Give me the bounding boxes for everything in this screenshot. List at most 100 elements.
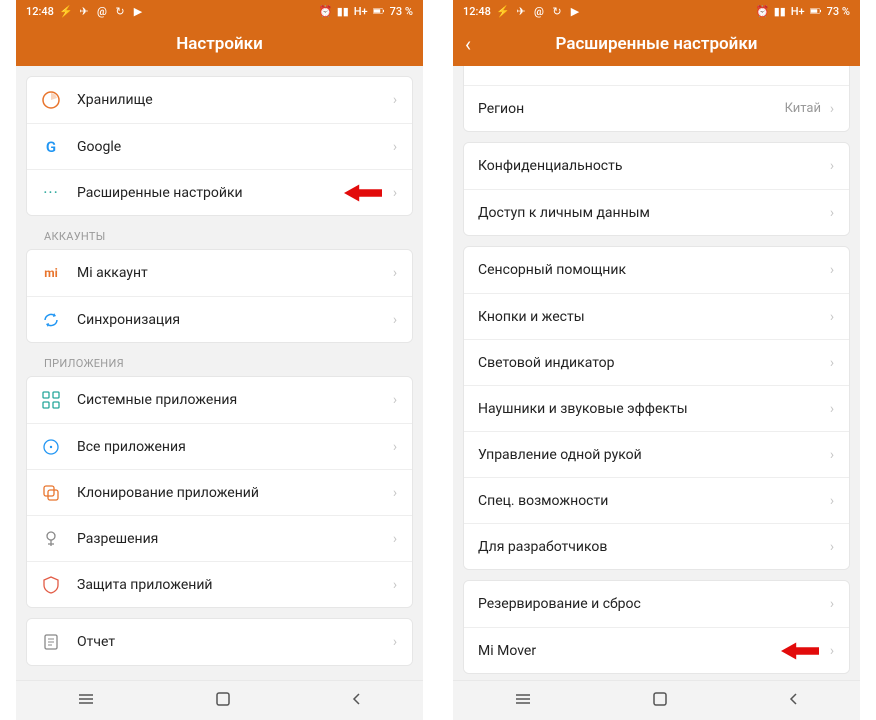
chevron-right-icon: › <box>827 493 837 509</box>
status-time: 12:48 <box>463 5 491 18</box>
telegram-icon: ✈ <box>515 5 527 17</box>
row-partial[interactable] <box>464 66 849 85</box>
row-headphones[interactable]: Наушники и звуковые эффекты › <box>464 385 849 431</box>
row-system-apps[interactable]: Системные приложения › <box>27 377 412 423</box>
row-app-protection[interactable]: Защита приложений › <box>27 561 412 607</box>
back-icon[interactable]: ‹ <box>465 32 471 56</box>
recent-button[interactable] <box>513 691 533 710</box>
row-all-apps[interactable]: Все приложения › <box>27 423 412 469</box>
back-button[interactable] <box>350 691 364 710</box>
alarm-icon: ⏰ <box>757 5 769 17</box>
left-screenshot: 12:48 ⚡ ✈ @ ↻ ▶ ⏰ ▮▮ H+ 73 % Настройки Х… <box>16 0 423 720</box>
list-card: Хранилище › G Google › ··· Расширенные н… <box>26 76 413 216</box>
google-icon: G <box>41 137 61 157</box>
row-label: Разрешения <box>77 531 390 547</box>
chevron-right-icon: › <box>827 262 837 278</box>
chevron-right-icon: › <box>390 634 400 650</box>
row-buttons-gestures[interactable]: Кнопки и жесты › <box>464 293 849 339</box>
chevron-right-icon: › <box>827 643 837 659</box>
chevron-right-icon: › <box>390 531 400 547</box>
signal-icon: ▮▮ <box>337 5 349 17</box>
back-button[interactable] <box>787 691 801 710</box>
report-icon <box>41 632 61 652</box>
row-label: Конфиденциальность <box>478 158 827 174</box>
list-card: Регион Китай › <box>463 66 850 132</box>
home-button[interactable] <box>652 691 668 711</box>
row-advanced[interactable]: ··· Расширенные настройки › <box>27 169 412 215</box>
row-sync[interactable]: Синхронизация › <box>27 296 412 342</box>
row-label: Управление одной рукой <box>478 447 827 463</box>
chevron-right-icon: › <box>390 312 400 328</box>
row-label: Расширенные настройки <box>77 185 390 201</box>
chevron-right-icon: › <box>827 596 837 612</box>
list-card: Системные приложения › Все приложения › … <box>26 376 413 608</box>
row-developer[interactable]: Для разработчиков › <box>464 523 849 569</box>
mi-icon: mi <box>41 263 61 283</box>
apps-icon <box>41 390 61 410</box>
list-card: Резервирование и сброс › Mi Mover › <box>463 580 850 674</box>
row-google[interactable]: G Google › <box>27 123 412 169</box>
chevron-right-icon: › <box>390 92 400 108</box>
row-label: Хранилище <box>77 92 390 108</box>
row-personal-data[interactable]: Доступ к личным данным › <box>464 189 849 235</box>
page-title: Расширенные настройки <box>556 34 758 54</box>
section-header-apps: ПРИЛОЖЕНИЯ <box>26 343 413 374</box>
chevron-right-icon: › <box>390 485 400 501</box>
row-label: Все приложения <box>77 439 390 455</box>
row-label: Резервирование и сброс <box>478 596 827 612</box>
list-card: mi Mi аккаунт › Синхронизация › <box>26 249 413 343</box>
all-apps-icon <box>41 437 61 457</box>
chevron-right-icon: › <box>827 355 837 371</box>
clone-icon <box>41 483 61 503</box>
row-permissions[interactable]: Разрешения › <box>27 515 412 561</box>
chevron-right-icon: › <box>827 401 837 417</box>
row-label: Mi аккаунт <box>77 265 390 281</box>
status-net: H+ <box>791 5 805 18</box>
row-label: Наушники и звуковые эффекты <box>478 401 827 417</box>
row-mi-mover[interactable]: Mi Mover › <box>464 627 849 673</box>
row-label: Для разработчиков <box>478 539 827 555</box>
status-battery-pct: 73 % <box>827 5 850 18</box>
android-navbar <box>16 680 423 720</box>
header: Настройки <box>16 22 423 66</box>
page-title: Настройки <box>176 34 263 54</box>
chevron-right-icon: › <box>827 309 837 325</box>
chevron-right-icon: › <box>390 577 400 593</box>
android-navbar <box>453 680 860 720</box>
status-bar: 12:48 ⚡ ✈ @ ↻ ▶ ⏰ ▮▮ H+ 73 % <box>16 0 423 22</box>
status-net: H+ <box>354 5 368 18</box>
list-card: Сенсорный помощник › Кнопки и жесты › Св… <box>463 246 850 570</box>
chevron-right-icon: › <box>390 265 400 281</box>
more-icon: ··· <box>41 183 61 203</box>
row-privacy[interactable]: Конфиденциальность › <box>464 143 849 189</box>
recent-button[interactable] <box>76 691 96 710</box>
list-card: Конфиденциальность › Доступ к личным дан… <box>463 142 850 236</box>
chevron-right-icon: › <box>390 439 400 455</box>
row-region[interactable]: Регион Китай › <box>464 85 849 131</box>
play-icon: ▶ <box>132 5 144 17</box>
signal-icon: ▮▮ <box>774 5 786 17</box>
chevron-right-icon: › <box>390 185 400 201</box>
list-card: Отчет › <box>26 618 413 666</box>
bolt-icon: ⚡ <box>497 5 509 17</box>
row-clone-apps[interactable]: Клонирование приложений › <box>27 469 412 515</box>
row-accessibility[interactable]: Спец. возможности › <box>464 477 849 523</box>
row-report[interactable]: Отчет › <box>27 619 412 665</box>
chevron-right-icon: › <box>827 539 837 555</box>
sync-icon <box>41 310 61 330</box>
home-button[interactable] <box>215 691 231 711</box>
row-one-hand[interactable]: Управление одной рукой › <box>464 431 849 477</box>
row-mi-account[interactable]: mi Mi аккаунт › <box>27 250 412 296</box>
settings-list: Хранилище › G Google › ··· Расширенные н… <box>16 66 423 680</box>
row-storage[interactable]: Хранилище › <box>27 77 412 123</box>
chevron-right-icon: › <box>827 205 837 221</box>
row-led[interactable]: Световой индикатор › <box>464 339 849 385</box>
header: ‹ Расширенные настройки <box>453 22 860 66</box>
section-header-accounts: АККАУНТЫ <box>26 216 413 247</box>
row-touch-assistant[interactable]: Сенсорный помощник › <box>464 247 849 293</box>
row-label: Синхронизация <box>77 312 390 328</box>
status-time: 12:48 <box>26 5 54 18</box>
row-backup-reset[interactable]: Резервирование и сброс › <box>464 581 849 627</box>
row-label: Кнопки и жесты <box>478 309 827 325</box>
advanced-list: Регион Китай › Конфиденциальность › Дост… <box>453 66 860 680</box>
